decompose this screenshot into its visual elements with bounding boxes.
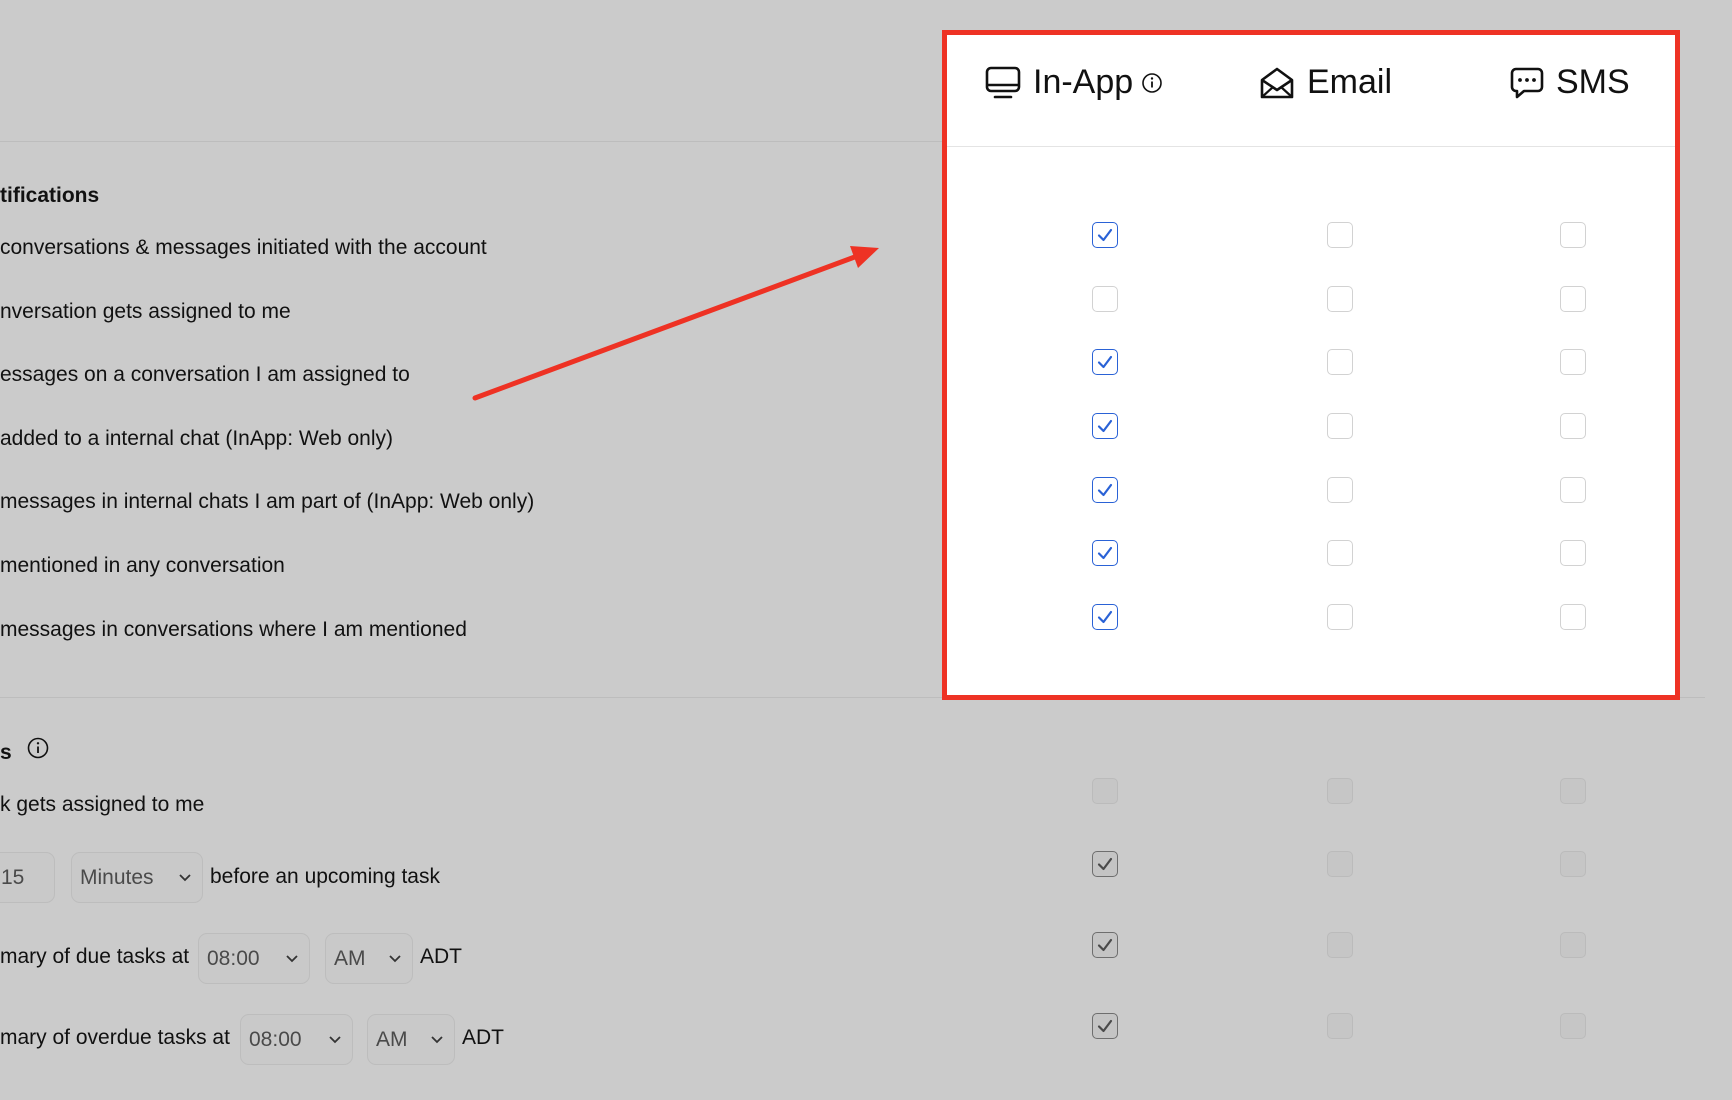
checkbox-conv-2-sms[interactable] [1560, 286, 1586, 312]
chevron-down-icon [389, 954, 401, 962]
checkbox-conv-6-inapp[interactable] [1092, 540, 1118, 566]
due-ampm-select[interactable]: AM [325, 933, 413, 984]
due-summary-label: mary of due tasks at [0, 945, 190, 968]
checkmark-icon [1097, 228, 1113, 242]
conv-row-label-5: messages in internal chats I am part of … [0, 490, 535, 513]
overdue-ampm-select[interactable]: AM [367, 1014, 455, 1065]
reminder-unit-select[interactable]: Minutes [71, 852, 203, 903]
checkmark-icon [1097, 1019, 1113, 1033]
checkbox-conv-4-inapp[interactable] [1092, 413, 1118, 439]
info-icon[interactable] [1141, 72, 1163, 94]
checkbox-conv-7-email[interactable] [1327, 604, 1353, 630]
checkbox-conv-2-email[interactable] [1327, 286, 1353, 312]
checkbox-task-4-sms[interactable] [1560, 1013, 1586, 1039]
conv-row-label-1: conversations & messages initiated with … [0, 236, 487, 259]
checkbox-conv-3-sms[interactable] [1560, 349, 1586, 375]
checkbox-task-2-inapp[interactable] [1092, 851, 1118, 877]
checkbox-task-2-email[interactable] [1327, 851, 1353, 877]
chevron-down-icon [179, 873, 191, 881]
checkbox-conv-6-sms[interactable] [1560, 540, 1586, 566]
info-icon[interactable] [27, 737, 49, 759]
overdue-ampm-value: AM [376, 1027, 408, 1051]
checkbox-conv-6-email[interactable] [1327, 540, 1353, 566]
due-timezone-label: ADT [420, 945, 462, 968]
checkbox-conv-1-sms[interactable] [1560, 222, 1586, 248]
checkbox-task-4-email[interactable] [1327, 1013, 1353, 1039]
conv-row-label-6: mentioned in any conversation [0, 554, 285, 577]
task-row-label-1: k gets assigned to me [0, 793, 205, 816]
checkbox-conv-5-inapp[interactable] [1092, 477, 1118, 503]
checkbox-task-3-inapp[interactable] [1092, 932, 1118, 958]
checkmark-icon [1097, 610, 1113, 624]
conv-row-label-4: added to a internal chat (InApp: Web onl… [0, 427, 394, 450]
overdue-time-value: 08:00 [249, 1027, 302, 1051]
checkbox-conv-1-inapp[interactable] [1092, 222, 1118, 248]
checkmark-icon [1097, 483, 1113, 497]
column-header-sms: SMS [1510, 63, 1630, 102]
reminder-amount-input[interactable]: 15 [0, 852, 55, 903]
due-time-select[interactable]: 08:00 [198, 933, 310, 984]
chevron-down-icon [431, 1035, 443, 1043]
column-label-inapp: In-App [1033, 63, 1134, 101]
overdue-time-select[interactable]: 08:00 [240, 1014, 353, 1065]
reminder-unit-value: Minutes [80, 865, 154, 889]
column-label-sms: SMS [1556, 63, 1630, 101]
reminder-amount-value: 15 [1, 865, 25, 889]
checkmark-icon [1097, 355, 1113, 369]
due-ampm-value: AM [334, 946, 366, 970]
checkmark-icon [1097, 938, 1113, 952]
checkbox-conv-7-inapp[interactable] [1092, 604, 1118, 630]
checkbox-conv-3-email[interactable] [1327, 349, 1353, 375]
checkbox-conv-4-email[interactable] [1327, 413, 1353, 439]
checkbox-task-1-email[interactable] [1327, 778, 1353, 804]
conversations-section-title: tifications [0, 184, 100, 207]
checkbox-conv-5-sms[interactable] [1560, 477, 1586, 503]
checkmark-icon [1097, 419, 1113, 433]
checkbox-task-1-inapp[interactable] [1092, 778, 1118, 804]
checkmark-icon [1097, 546, 1113, 560]
checkbox-conv-1-email[interactable] [1327, 222, 1353, 248]
checkbox-conv-5-email[interactable] [1327, 477, 1353, 503]
column-header-email: Email [1259, 63, 1392, 102]
checkbox-conv-3-inapp[interactable] [1092, 349, 1118, 375]
overdue-summary-label: mary of overdue tasks at [0, 1026, 230, 1049]
overdue-timezone-label: ADT [462, 1026, 504, 1049]
checkbox-conv-7-sms[interactable] [1560, 604, 1586, 630]
header-divider [0, 141, 942, 142]
conv-row-label-3: essages on a conversation I am assigned … [0, 363, 410, 386]
checkbox-task-3-sms[interactable] [1560, 932, 1586, 958]
checkmark-icon [1097, 857, 1113, 871]
checkbox-task-3-email[interactable] [1327, 932, 1353, 958]
checkbox-task-4-inapp[interactable] [1092, 1013, 1118, 1039]
chevron-down-icon [329, 1035, 341, 1043]
checkbox-task-1-sms[interactable] [1560, 778, 1586, 804]
column-header-inapp: In-App [985, 63, 1163, 102]
column-label-email: Email [1307, 63, 1393, 101]
checkbox-conv-4-sms[interactable] [1560, 413, 1586, 439]
conv-row-label-2: nversation gets assigned to me [0, 300, 291, 323]
chat-bubble-icon [1510, 67, 1544, 98]
monitor-icon [985, 66, 1021, 98]
due-time-value: 08:00 [207, 946, 260, 970]
envelope-open-icon [1260, 67, 1294, 98]
panel-header-divider [947, 146, 1675, 147]
chevron-down-icon [286, 954, 298, 962]
reminder-suffix-label: before an upcoming task [210, 865, 440, 888]
tasks-section-title: s [0, 741, 12, 764]
checkbox-conv-2-inapp[interactable] [1092, 286, 1118, 312]
conv-row-label-7: messages in conversations where I am men… [0, 618, 467, 641]
checkbox-task-2-sms[interactable] [1560, 851, 1586, 877]
